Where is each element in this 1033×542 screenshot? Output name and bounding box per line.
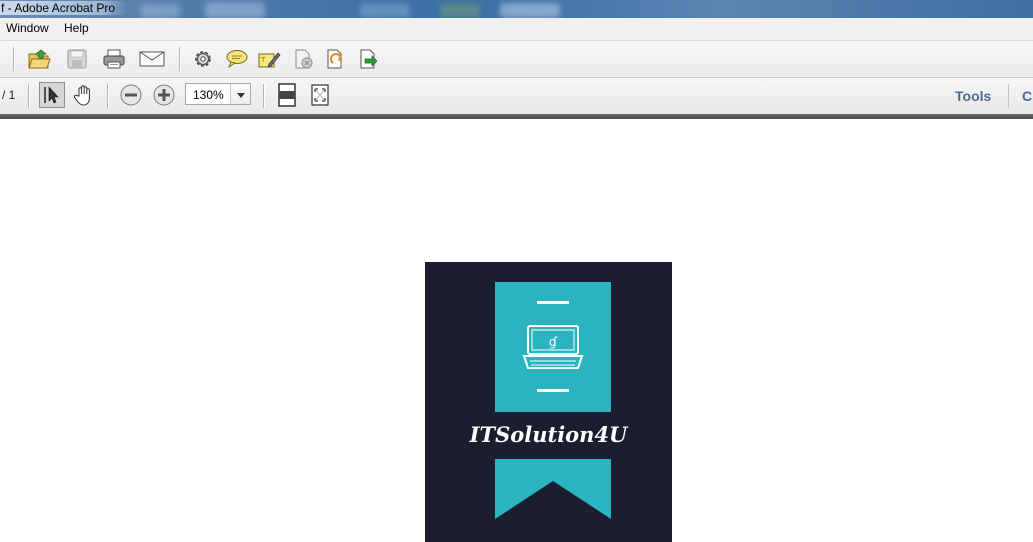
background-blur: [140, 4, 180, 18]
hand-icon: [73, 84, 95, 106]
svg-text:ɠ: ɠ: [549, 335, 558, 349]
toolbar-separator: [107, 84, 108, 108]
toolbar-separator: [179, 47, 180, 71]
print-icon: [102, 48, 126, 70]
full-screen-icon: [309, 83, 331, 107]
toolbar-separator: [263, 84, 264, 108]
zoom-in-button[interactable]: [151, 82, 177, 108]
comment-button[interactable]: [224, 46, 250, 72]
toolbar-separator: [13, 47, 14, 71]
open-button[interactable]: [26, 46, 52, 72]
select-tool-button[interactable]: [39, 82, 65, 108]
delete-page-icon: [292, 48, 314, 70]
main-toolbar: T: [0, 41, 1033, 78]
fit-page-button[interactable]: [274, 82, 300, 108]
comment-bubble-icon: [225, 48, 249, 70]
comment-pane-link[interactable]: C: [1022, 88, 1032, 104]
toolbar-separator: [1008, 84, 1009, 108]
sign-button[interactable]: T: [256, 46, 282, 72]
laptop-icon: ɠ: [495, 282, 611, 417]
logo-banner: ɠ: [495, 282, 611, 412]
zoom-out-button[interactable]: [118, 82, 144, 108]
fit-page-icon: [276, 83, 298, 107]
edit-document-button[interactable]: [322, 46, 348, 72]
export-document-button[interactable]: [355, 46, 381, 72]
export-document-icon: [357, 48, 379, 70]
save-icon: [66, 48, 88, 70]
settings-gear-icon: [192, 48, 214, 70]
delete-page-button[interactable]: [290, 46, 316, 72]
email-icon: [139, 49, 165, 69]
tools-pane-link[interactable]: Tools: [955, 88, 991, 104]
menu-help[interactable]: Help: [61, 21, 92, 35]
title-bar: f - Adobe Acrobat Pro: [0, 0, 1033, 18]
menu-bar: Window Help: [0, 18, 1033, 41]
logo-image: ɠ ITSolution4U: [425, 262, 672, 542]
background-blur: [205, 2, 265, 18]
document-view[interactable]: ɠ ITSolution4U: [0, 119, 1033, 542]
ribbon-shape: [495, 459, 611, 524]
save-button[interactable]: [64, 46, 90, 72]
full-screen-button[interactable]: [307, 82, 333, 108]
email-button[interactable]: [139, 46, 165, 72]
zoom-select[interactable]: 130%: [185, 83, 251, 105]
select-cursor-icon: [42, 85, 62, 105]
settings-button[interactable]: [190, 46, 216, 72]
svg-text:T: T: [260, 56, 266, 64]
edit-document-icon: [324, 48, 346, 70]
open-folder-icon: [27, 48, 51, 70]
toolbar-separator: [28, 84, 29, 108]
zoom-in-icon: [152, 83, 176, 107]
background-blur: [500, 3, 560, 18]
background-blur: [440, 3, 480, 18]
zoom-value: 130%: [193, 88, 224, 102]
logo-text: ITSolution4U: [469, 422, 628, 447]
window-title: f - Adobe Acrobat Pro: [0, 1, 128, 15]
zoom-dropdown-button[interactable]: [230, 84, 250, 104]
hand-tool-button[interactable]: [71, 82, 97, 108]
sign-pen-icon: T: [257, 48, 281, 70]
background-blur: [360, 4, 410, 18]
navigation-toolbar: / 1 130% Tools C: [0, 78, 1033, 114]
chevron-down-icon: [236, 85, 245, 103]
print-button[interactable]: [101, 46, 127, 72]
menu-window[interactable]: Window: [3, 21, 52, 35]
page-count: / 1: [2, 88, 16, 102]
zoom-out-icon: [119, 83, 143, 107]
